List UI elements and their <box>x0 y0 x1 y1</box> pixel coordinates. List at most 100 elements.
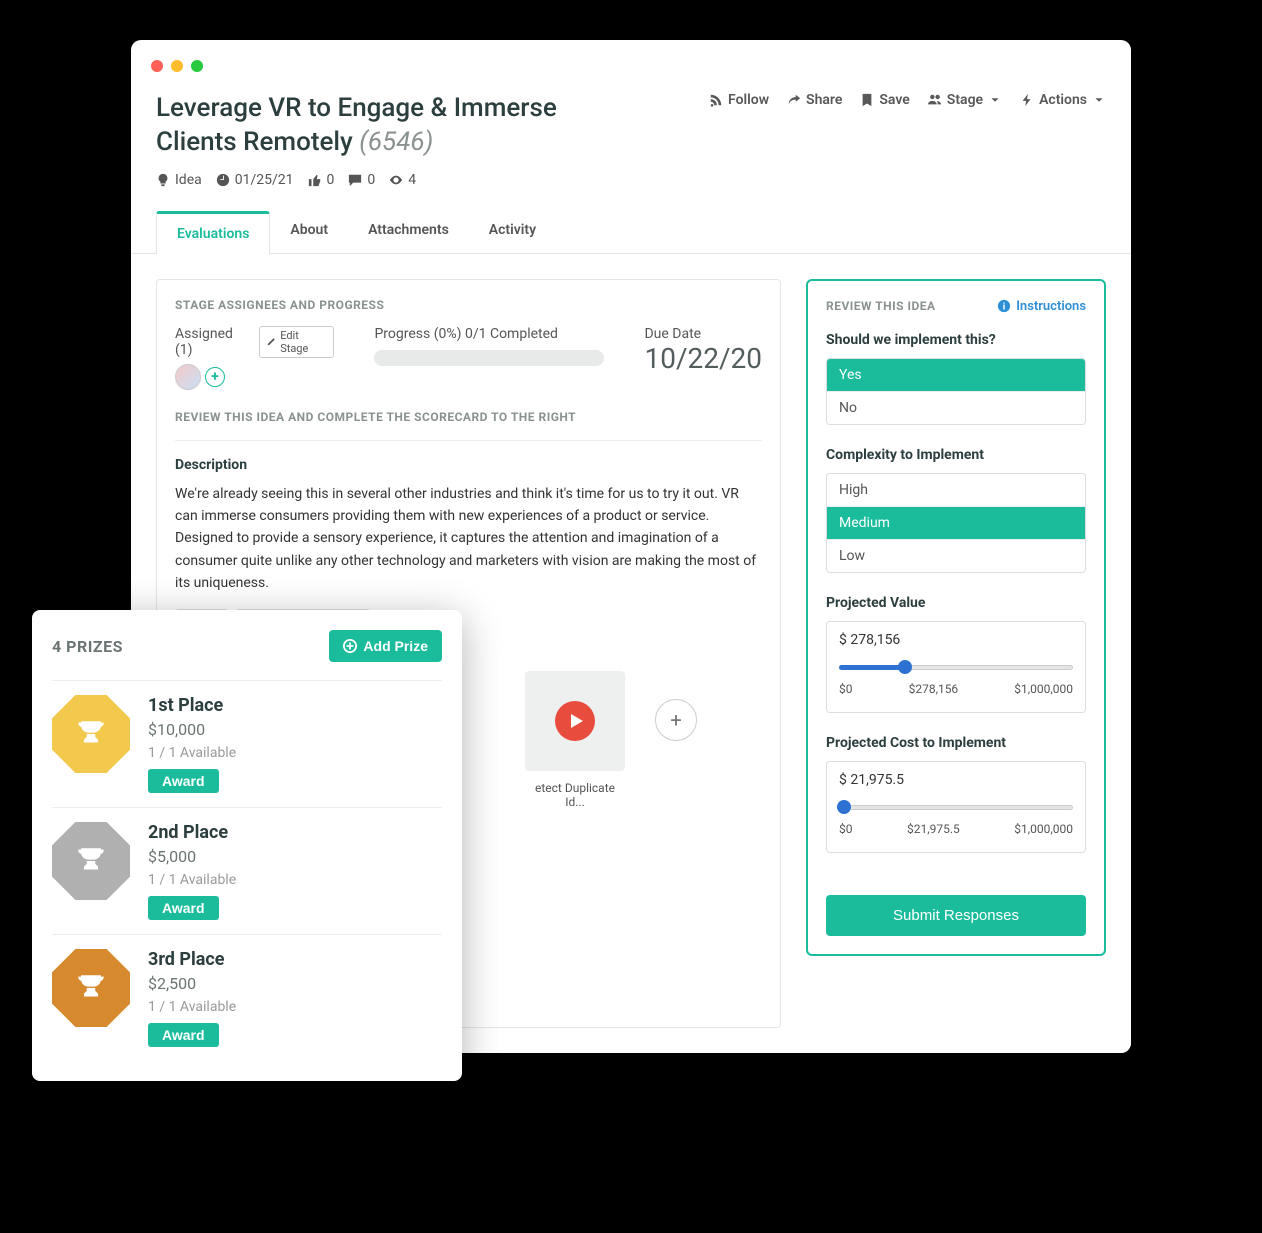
q2-medium[interactable]: Medium <box>827 506 1085 539</box>
add-attachment-button[interactable]: + <box>655 699 697 741</box>
progress-block: Progress (0%) 0/1 Completed <box>374 326 604 366</box>
edit-stage-button[interactable]: Edit Stage <box>259 326 334 358</box>
tab-attachments[interactable]: Attachments <box>348 210 469 253</box>
tab-activity[interactable]: Activity <box>469 210 556 253</box>
stage-dropdown[interactable]: Stage <box>928 92 1002 108</box>
meta-date: 01/25/21 <box>216 172 294 188</box>
prize-row: 1st Place $10,000 1 / 1 Available Award <box>52 680 442 807</box>
chevron-down-icon <box>1092 93 1106 107</box>
pencil-icon <box>266 337 276 347</box>
prize-amount: $2,500 <box>148 974 236 993</box>
bookmark-icon <box>860 93 874 107</box>
instructions-link[interactable]: i Instructions <box>997 299 1086 314</box>
thumbs-up-icon <box>308 173 322 187</box>
share-icon <box>787 93 801 107</box>
close-window[interactable] <box>151 60 163 72</box>
assigned-block: Assigned (1) Edit Stage + <box>175 326 334 390</box>
q3-mid: $278,156 <box>909 682 959 696</box>
award-button[interactable]: Award <box>148 1023 219 1047</box>
scorecard-title: REVIEW THIS IDEA <box>826 299 936 313</box>
q3-slider[interactable] <box>839 662 1073 672</box>
tabs: Evaluations About Attachments Activity <box>131 210 1131 254</box>
progress-bar <box>374 350 604 366</box>
q4-max: $1,000,000 <box>1014 822 1073 836</box>
meta-type: Idea <box>156 172 202 188</box>
window-controls <box>131 60 1131 92</box>
q4-min: $0 <box>839 822 853 836</box>
attachment-caption: etect Duplicate Id... <box>525 781 625 809</box>
attachment-item[interactable]: etect Duplicate Id... <box>525 671 625 809</box>
due-label: Due Date <box>644 326 762 342</box>
scorecard-panel: REVIEW THIS IDEA i Instructions Should w… <box>806 279 1106 956</box>
bolt-icon <box>1020 93 1034 107</box>
prize-availability: 1 / 1 Available <box>148 745 236 761</box>
description-heading: Description <box>175 457 762 473</box>
comment-icon <box>348 173 362 187</box>
trophy-icon <box>74 971 108 1005</box>
info-icon: i <box>997 299 1011 313</box>
due-date: 10/22/20 <box>644 342 762 375</box>
users-icon <box>928 93 942 107</box>
award-button[interactable]: Award <box>148 896 219 920</box>
prize-place: 3rd Place <box>148 949 236 970</box>
description-body: We're already seeing this in several oth… <box>175 483 762 595</box>
clock-icon <box>216 173 230 187</box>
q4-label: Projected Cost to Implement <box>826 735 1086 751</box>
actions-dropdown[interactable]: Actions <box>1020 92 1106 108</box>
share-button[interactable]: Share <box>787 92 842 108</box>
meta-views: 4 <box>389 172 416 188</box>
prize-availability: 1 / 1 Available <box>148 999 236 1015</box>
q3-min: $0 <box>839 682 853 696</box>
divider <box>175 440 762 441</box>
idea-ref: (6546) <box>359 127 433 157</box>
q1-label: Should we implement this? <box>826 332 1086 348</box>
assignee-avatar[interactable] <box>175 364 201 390</box>
q4-slider[interactable] <box>839 802 1073 812</box>
prizes-title: 4 PRIZES <box>52 637 123 656</box>
q4-box: $ 21,975.5 $0 $21,975.5 $1,000,000 <box>826 761 1086 853</box>
prize-badge-gold <box>52 695 130 773</box>
follow-button[interactable]: Follow <box>709 92 769 108</box>
trophy-icon <box>74 844 108 878</box>
q1-no[interactable]: No <box>827 391 1085 424</box>
q1-options: Yes No <box>826 358 1086 425</box>
chevron-down-icon <box>988 93 1002 107</box>
maximize-window[interactable] <box>191 60 203 72</box>
q3-label: Projected Value <box>826 595 1086 611</box>
prizes-card: 4 PRIZES Add Prize 1st Place $10,000 1 /… <box>32 610 462 1081</box>
prize-place: 1st Place <box>148 695 236 716</box>
q4-value: $ 21,975.5 <box>839 772 1073 788</box>
due-block: Due Date 10/22/20 <box>644 326 762 375</box>
save-button[interactable]: Save <box>860 92 909 108</box>
add-assignee-button[interactable]: + <box>205 367 225 387</box>
prize-row: 2nd Place $5,000 1 / 1 Available Award <box>52 807 442 934</box>
tab-evaluations[interactable]: Evaluations <box>156 211 270 254</box>
q2-high[interactable]: High <box>827 474 1085 506</box>
prize-row: 3rd Place $2,500 1 / 1 Available Award <box>52 934 442 1061</box>
header-actions: Follow Share Save Stage Actions <box>709 92 1106 108</box>
progress-text: Progress (0%) 0/1 Completed <box>374 326 604 342</box>
idea-meta: Idea 01/25/21 0 0 4 <box>131 160 1131 200</box>
video-thumbnail[interactable] <box>525 671 625 771</box>
meta-comments[interactable]: 0 <box>348 172 375 188</box>
trophy-icon <box>74 717 108 751</box>
add-prize-button[interactable]: Add Prize <box>329 630 442 662</box>
award-button[interactable]: Award <box>148 769 219 793</box>
idea-title-text: Leverage VR to Engage & Immerse Clients … <box>156 93 557 157</box>
submit-responses-button[interactable]: Submit Responses <box>826 895 1086 936</box>
meta-likes[interactable]: 0 <box>308 172 335 188</box>
q2-low[interactable]: Low <box>827 539 1085 572</box>
tab-about[interactable]: About <box>270 210 348 253</box>
prize-amount: $10,000 <box>148 720 236 739</box>
q2-options: High Medium Low <box>826 473 1086 573</box>
q2-label: Complexity to Implement <box>826 447 1086 463</box>
prize-badge-bronze <box>52 949 130 1027</box>
play-icon <box>555 701 595 741</box>
q1-yes[interactable]: Yes <box>827 359 1085 391</box>
stage-section-title: STAGE ASSIGNEES AND PROGRESS <box>175 298 762 312</box>
q3-max: $1,000,000 <box>1014 682 1073 696</box>
minimize-window[interactable] <box>171 60 183 72</box>
svg-text:i: i <box>1003 302 1006 313</box>
plus-circle-icon <box>343 639 357 653</box>
prize-amount: $5,000 <box>148 847 236 866</box>
